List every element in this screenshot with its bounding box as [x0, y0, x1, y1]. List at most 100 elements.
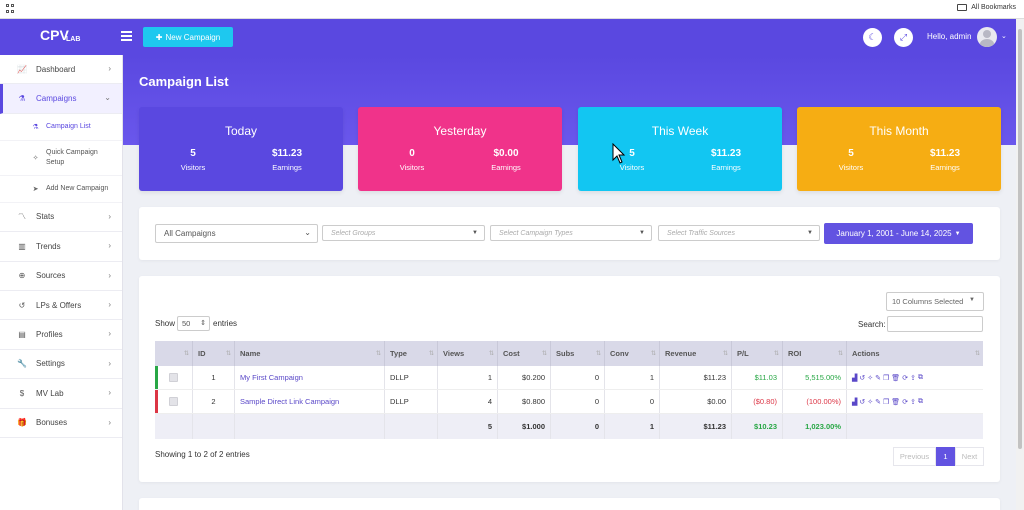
avatar[interactable]	[977, 27, 997, 47]
logo[interactable]: CPV LAB	[40, 27, 86, 47]
chevron-down-icon: ⌄	[104, 93, 111, 103]
magic-wand-icon[interactable]: ✧	[867, 398, 873, 406]
columns-selected-label: 10 Columns Selected	[892, 297, 964, 306]
header-id[interactable]: ID	[193, 341, 235, 366]
all-bookmarks-button[interactable]: All Bookmarks	[957, 4, 1016, 11]
row-checkbox[interactable]	[169, 397, 178, 406]
sidebar-item-campaigns[interactable]: ⚗ Campaigns ⌄	[0, 84, 122, 114]
sidebar-item-sources[interactable]: ⊕ Sources ›	[0, 262, 122, 291]
menu-toggle-icon[interactable]	[121, 31, 132, 41]
chevron-right-icon: ›	[108, 241, 111, 251]
sidebar-item-dashboard[interactable]: 📈 Dashboard ›	[0, 55, 122, 85]
copy-icon[interactable]: ❐	[883, 398, 889, 406]
trends-icon: ▥	[18, 241, 26, 251]
campaign-select-value: All Campaigns	[164, 229, 216, 238]
clone-icon[interactable]: ⧉	[918, 398, 923, 406]
sidebar-item-trends[interactable]: ▥ Trends ›	[0, 232, 122, 262]
header-actions[interactable]: Actions	[847, 341, 983, 366]
sidebar-subitem-add-campaign[interactable]: ➤ Add New Campaign	[0, 176, 122, 203]
stats-icon[interactable]: ▟	[852, 374, 857, 382]
dollar-icon: $	[19, 388, 25, 398]
header-views[interactable]: Views	[438, 341, 498, 366]
sidebar-item-lps-offers[interactable]: ↺ LPs & Offers ›	[0, 291, 122, 321]
caret-down-icon: ▼	[969, 297, 975, 303]
visitors-label: Visitors	[619, 163, 645, 172]
history-icon[interactable]: ↺	[859, 374, 865, 382]
top-header: CPV LAB ✚ New Campaign ☾ ⤢ Hello, admin …	[0, 19, 1016, 55]
cell-type: DLLP	[385, 366, 438, 389]
page-1-button[interactable]: 1	[936, 447, 955, 466]
header-type[interactable]: Type	[385, 341, 438, 366]
row-checkbox[interactable]	[169, 373, 178, 382]
all-bookmarks-label: All Bookmarks	[971, 4, 1016, 11]
chevron-down-icon[interactable]: ⌄	[1001, 32, 1007, 40]
history-icon[interactable]: ↺	[859, 398, 865, 406]
clone-icon[interactable]: ⧉	[918, 374, 923, 382]
campaign-name-link[interactable]: My First Campaign	[235, 366, 385, 389]
delete-icon[interactable]: 🗑	[891, 398, 900, 406]
next-page-button[interactable]: Next	[955, 447, 984, 466]
refresh-icon[interactable]: ⟳	[902, 374, 908, 382]
refresh-icon[interactable]: ⟳	[902, 398, 908, 406]
sidebar-item-mv-lab[interactable]: $ MV Lab ›	[0, 379, 122, 409]
traffic-sources-select[interactable]: Select Traffic Sources ▼	[658, 225, 820, 241]
sidebar-item-stats[interactable]: 〽 Stats ›	[0, 203, 122, 233]
magic-wand-icon: ✧	[32, 154, 39, 162]
card-title: This Month	[869, 124, 929, 138]
header-pl[interactable]: P/L	[732, 341, 783, 366]
date-range-button[interactable]: January 1, 2001 - June 14, 2025 ▼	[824, 223, 973, 244]
delete-icon[interactable]: 🗑	[891, 374, 900, 382]
edit-icon[interactable]: ✎	[875, 374, 881, 382]
globe-icon: ⊕	[18, 271, 26, 281]
chevron-right-icon: ›	[108, 211, 111, 221]
table-row[interactable]: 2 Sample Direct Link Campaign DLLP 4 $0.…	[155, 390, 983, 414]
earnings-value: $11.23	[710, 148, 742, 159]
visitors-label: Visitors	[180, 163, 206, 172]
fullscreen-icon[interactable]: ⤢	[894, 28, 913, 47]
sidebar-item-bonuses[interactable]: 🎁 Bonuses ›	[0, 409, 122, 438]
magic-wand-icon[interactable]: ✧	[867, 374, 873, 382]
visitors-label: Visitors	[399, 163, 425, 172]
stat-card-today: Today 5 Visitors $11.23 Earnings	[139, 107, 343, 191]
cell-conv: 0	[605, 390, 660, 413]
campaign-types-select[interactable]: Select Campaign Types ▼	[490, 225, 652, 241]
cell-cost: $0.800	[498, 390, 551, 413]
sidebar-item-settings[interactable]: 🔧 Settings ›	[0, 350, 122, 380]
header-roi[interactable]: ROI	[783, 341, 847, 366]
edit-icon[interactable]: ✎	[875, 398, 881, 406]
campaign-name-link[interactable]: Sample Direct Link Campaign	[235, 390, 385, 413]
copy-icon[interactable]: ❐	[883, 374, 889, 382]
entries-label: entries	[213, 319, 238, 328]
row-actions: ▟ ↺ ✧ ✎ ❐ 🗑 ⟳ ⇪ ⧉	[847, 366, 983, 389]
export-icon[interactable]: ⇪	[910, 374, 916, 382]
scrollbar-thumb[interactable]	[1018, 29, 1022, 449]
card-title: Today	[224, 124, 258, 138]
page-scrollbar[interactable]	[1016, 19, 1024, 510]
header-revenue[interactable]: Revenue	[660, 341, 732, 366]
page-size-select[interactable]: 50 ⇕	[177, 316, 210, 331]
sidebar-subitem-quick-setup[interactable]: ✧ Quick Campaign Setup	[0, 141, 122, 176]
search-label: Search:	[858, 320, 886, 329]
header-cost[interactable]: Cost	[498, 341, 551, 366]
export-icon[interactable]: ⇪	[910, 398, 916, 406]
groups-select[interactable]: Select Groups ▼	[322, 225, 485, 241]
stats-icon[interactable]: ▟	[852, 398, 857, 406]
table-row[interactable]: 1 My First Campaign DLLP 1 $0.200 0 1 $1…	[155, 366, 983, 390]
visitors-value: 5	[848, 148, 854, 159]
new-campaign-button[interactable]: ✚ New Campaign	[143, 27, 233, 47]
header-name[interactable]: Name	[235, 341, 385, 366]
campaign-select[interactable]: All Campaigns ⌄	[155, 224, 318, 243]
sidebar-subitem-campaign-list[interactable]: ⚗ Campaign List	[0, 114, 122, 141]
apps-grid-icon[interactable]	[6, 4, 15, 13]
total-revenue: $11.23	[660, 414, 732, 439]
sidebar-item-profiles[interactable]: ▤ Profiles ›	[0, 320, 122, 350]
header-select[interactable]	[155, 341, 193, 366]
column-visibility-select[interactable]: 10 Columns Selected ▼	[886, 292, 984, 311]
header-conv[interactable]: Conv	[605, 341, 660, 366]
search-input[interactable]	[887, 316, 983, 332]
header-subs[interactable]: Subs	[551, 341, 605, 366]
user-greeting[interactable]: Hello, admin	[927, 32, 971, 41]
dark-mode-toggle-icon[interactable]: ☾	[863, 28, 882, 47]
page-title: Campaign List	[139, 74, 229, 89]
previous-page-button[interactable]: Previous	[893, 447, 936, 466]
